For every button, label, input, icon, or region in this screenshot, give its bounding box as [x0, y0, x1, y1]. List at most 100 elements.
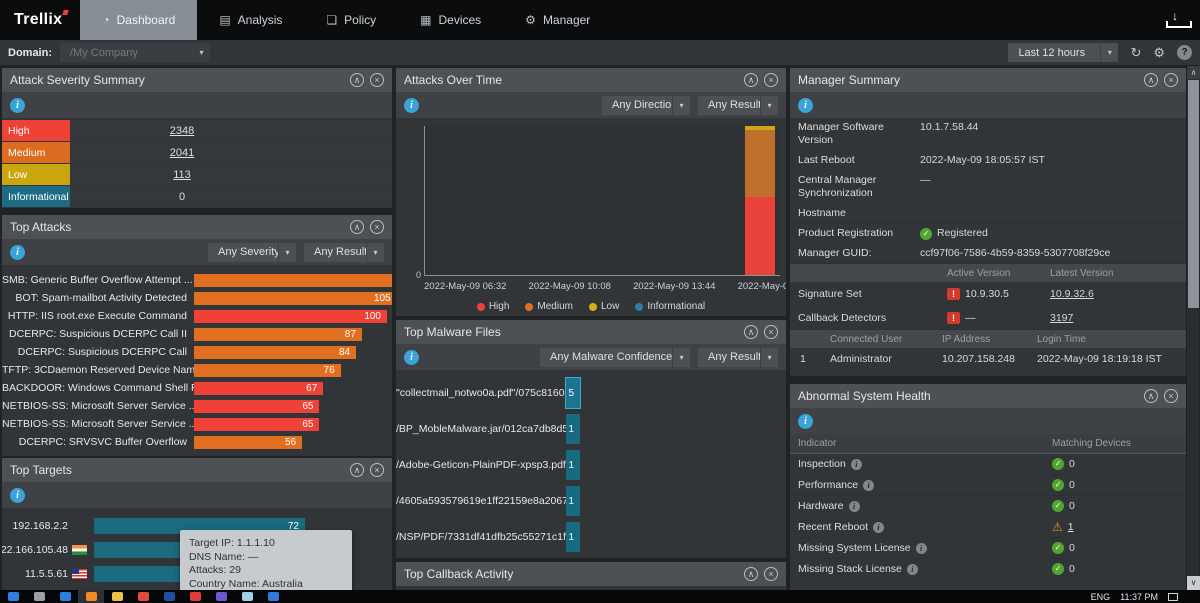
nav-tab[interactable]: ⚙ Manager: [503, 0, 612, 40]
info-icon[interactable]: i: [863, 480, 874, 491]
col-matching-devices: Matching Devices: [1052, 438, 1131, 449]
attack-bar[interactable]: 65: [194, 400, 319, 413]
info-icon[interactable]: i: [10, 98, 25, 113]
info-icon[interactable]: i: [10, 245, 25, 260]
stacked-bar-segment[interactable]: [745, 130, 775, 198]
matching-devices-count[interactable]: 1: [1068, 521, 1074, 533]
info-icon[interactable]: i: [873, 522, 884, 533]
direction-filter-select[interactable]: Any Direction ▾: [602, 96, 690, 115]
taskbar-app-icon[interactable]: [156, 590, 182, 603]
collapse-icon[interactable]: ∧: [744, 567, 758, 581]
attack-bar[interactable]: 84: [194, 346, 356, 359]
taskbar-app-icon[interactable]: [0, 590, 26, 603]
info-icon[interactable]: i: [798, 414, 813, 429]
attack-bar[interactable]: 76: [194, 364, 341, 377]
result-filter-select[interactable]: Any Result ▾: [698, 348, 778, 367]
legend-item[interactable]: Low: [589, 301, 619, 312]
gear-icon[interactable]: ⚙: [1153, 46, 1165, 59]
result-filter-select[interactable]: Any Result ▾: [304, 243, 384, 262]
malware-bar[interactable]: 5: [566, 378, 580, 408]
info-icon[interactable]: i: [404, 350, 419, 365]
info-icon[interactable]: i: [798, 98, 813, 113]
clock[interactable]: 11:37 PM: [1120, 592, 1158, 602]
attack-bar[interactable]: 87: [194, 328, 362, 341]
attack-bar[interactable]: 67: [194, 382, 323, 395]
severity-count-link[interactable]: 0: [70, 186, 294, 207]
refresh-icon[interactable]: ↻: [1130, 46, 1141, 59]
time-range-select[interactable]: Last 12 hours ▾: [1008, 43, 1118, 62]
close-icon[interactable]: ×: [370, 220, 384, 234]
info-icon[interactable]: i: [916, 543, 927, 554]
legend-item[interactable]: Medium: [525, 301, 573, 312]
download-icon[interactable]: ↓: [1166, 12, 1184, 28]
nav-tab[interactable]: ▤ Analysis: [197, 0, 304, 40]
matching-devices-count[interactable]: 0: [1069, 500, 1075, 512]
info-icon[interactable]: i: [10, 488, 25, 503]
taskbar-app-icon[interactable]: [130, 590, 156, 603]
taskbar-app-icon[interactable]: [260, 590, 286, 603]
severity-count-link[interactable]: 2348: [70, 120, 294, 141]
legend-item[interactable]: Informational: [635, 301, 705, 312]
taskbar-app-icon[interactable]: [78, 590, 104, 603]
matching-devices-count[interactable]: 0: [1069, 458, 1075, 470]
scroll-down-arrow[interactable]: ∨: [1187, 576, 1200, 590]
attack-bar[interactable]: 166: [194, 274, 392, 287]
info-icon[interactable]: i: [907, 564, 918, 575]
attack-bar[interactable]: 65: [194, 418, 319, 431]
legend-dot-icon: [589, 303, 597, 311]
info-icon[interactable]: i: [849, 501, 860, 512]
matching-devices-count[interactable]: 0: [1069, 563, 1075, 575]
scrollbar-thumb[interactable]: [1188, 80, 1199, 308]
close-icon[interactable]: ×: [370, 463, 384, 477]
latest-version-link[interactable]: 10.9.32.6: [1050, 288, 1094, 300]
malware-bar[interactable]: 1: [566, 486, 580, 516]
severity-count-link[interactable]: 2041: [70, 142, 294, 163]
attack-bar-row: DCERPC: Suspicious DCERPC Call 84: [2, 343, 392, 361]
malware-bar[interactable]: 1: [566, 450, 580, 480]
taskbar-app-icon[interactable]: [234, 590, 260, 603]
close-icon[interactable]: ×: [1164, 389, 1178, 403]
close-icon[interactable]: ×: [1164, 73, 1178, 87]
collapse-icon[interactable]: ∧: [350, 220, 364, 234]
taskbar-app-icon[interactable]: [182, 590, 208, 603]
help-icon[interactable]: ?: [1177, 45, 1192, 60]
severity-filter-select[interactable]: Any Severity ▾: [208, 243, 296, 262]
latest-version-link[interactable]: 3197: [1050, 312, 1073, 324]
info-icon[interactable]: i: [851, 459, 862, 470]
taskbar-app-icon[interactable]: [208, 590, 234, 603]
close-icon[interactable]: ×: [764, 73, 778, 87]
chevron-down-icon: ▾: [192, 43, 210, 62]
malware-bar[interactable]: 1: [566, 414, 580, 444]
malware-confidence-select[interactable]: Any Malware Confidence ▾: [540, 348, 690, 367]
collapse-icon[interactable]: ∧: [1144, 389, 1158, 403]
close-icon[interactable]: ×: [370, 73, 384, 87]
attack-bar[interactable]: 105: [194, 292, 392, 305]
result-filter-select[interactable]: Any Result ▾: [698, 96, 778, 115]
matching-devices-count[interactable]: 0: [1069, 479, 1075, 491]
nav-tab[interactable]: ❏ Policy: [304, 0, 398, 40]
attack-bar[interactable]: 100: [194, 310, 387, 323]
nav-tab[interactable]: ◔ Dashboard: [80, 0, 197, 40]
matching-devices-count[interactable]: 0: [1069, 542, 1075, 554]
attack-bar[interactable]: 56: [194, 436, 302, 449]
close-icon[interactable]: ×: [764, 567, 778, 581]
taskbar-app-icon[interactable]: [52, 590, 78, 603]
collapse-icon[interactable]: ∧: [1144, 73, 1158, 87]
severity-count-link[interactable]: 113: [70, 164, 294, 185]
close-icon[interactable]: ×: [764, 325, 778, 339]
collapse-icon[interactable]: ∧: [744, 73, 758, 87]
info-icon[interactable]: i: [404, 98, 419, 113]
legend-item[interactable]: High: [477, 301, 510, 312]
collapse-icon[interactable]: ∧: [350, 463, 364, 477]
taskbar-app-icon[interactable]: [104, 590, 130, 603]
nav-tab[interactable]: ▦ Devices: [398, 0, 503, 40]
tray-window-icon[interactable]: [1168, 593, 1178, 601]
domain-select[interactable]: /My Company ▾: [60, 43, 210, 62]
stacked-bar-segment[interactable]: [745, 197, 775, 275]
collapse-icon[interactable]: ∧: [350, 73, 364, 87]
malware-bar[interactable]: 1: [566, 522, 580, 552]
collapse-icon[interactable]: ∧: [744, 325, 758, 339]
taskbar-app-icon[interactable]: [26, 590, 52, 603]
scroll-up-arrow[interactable]: ∧: [1187, 66, 1200, 79]
language-indicator[interactable]: ENG: [1091, 592, 1111, 602]
